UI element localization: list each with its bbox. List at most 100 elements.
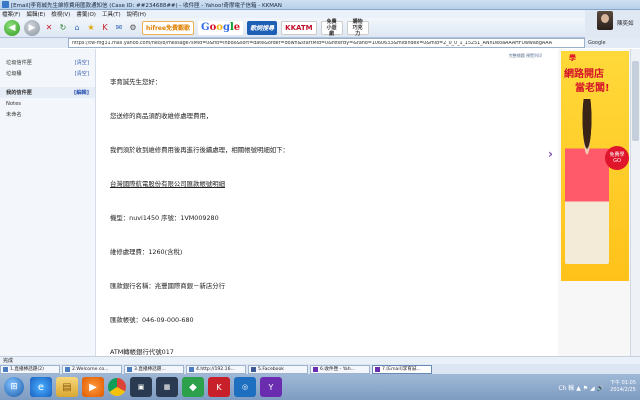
- mail-line-bank-code: ATM轉帳銀行代號017: [110, 348, 174, 356]
- favorites-button[interactable]: ★: [86, 22, 96, 34]
- arrow-right-icon: ▶: [28, 22, 36, 33]
- window-titlebar: [Email]李育誠先生維修費用匯款通知信 (Case ID: ##234688…: [0, 0, 640, 10]
- star-icon: ★: [87, 23, 95, 32]
- address-bar[interactable]: https://tw-mg31.mail.yahoo.com/neo/b/mes…: [68, 38, 585, 48]
- mail-header-links[interactable]: 完整標題 預覽列印: [96, 53, 558, 61]
- yahoo-icon: [375, 366, 380, 372]
- mail-line: 您送修的商品須酌收維修處理費用，: [110, 112, 213, 120]
- kkatm-logo[interactable]: KKATM: [281, 20, 317, 35]
- sidebar-item-notes[interactable]: Notes: [0, 98, 95, 109]
- taskbar-yahoo[interactable]: Y: [260, 377, 282, 397]
- next-message-arrow-icon[interactable]: ›: [548, 147, 553, 161]
- taskbar-kkman[interactable]: K: [208, 377, 230, 397]
- tab-4[interactable]: 4.http://192.16...: [186, 364, 246, 374]
- ad-top-text: 學: [569, 54, 576, 62]
- free-games-link[interactable]: 免費 小遊戲: [320, 19, 343, 37]
- menu-edit[interactable]: 編輯(E): [26, 10, 45, 18]
- browser-icon: [2, 1, 9, 8]
- vertical-scrollbar[interactable]: [630, 49, 640, 356]
- menu-view[interactable]: 檢視(V): [51, 10, 70, 18]
- tab-7[interactable]: 7.[Email]李育誠...: [372, 364, 432, 374]
- yahoo-icon: [313, 366, 318, 372]
- menu-bookmarks[interactable]: 書籤(O): [76, 10, 96, 18]
- gear-icon: ⚙: [129, 23, 137, 32]
- page-icon: [127, 366, 132, 372]
- tab-label: 5.Facebook: [258, 366, 284, 372]
- app-icon: ▣: [137, 383, 145, 391]
- hifree-logo[interactable]: hifree免費觀歌: [142, 20, 195, 35]
- taskbar-app-4[interactable]: ◎: [234, 377, 256, 397]
- shopping-link[interactable]: 購物 巧克力: [346, 19, 369, 37]
- tab-1[interactable]: 1.直播棒話題(2): [0, 364, 60, 374]
- page-content: 垃圾信件匣 [清空] 垃圾桶 [清空] 我的信件匣 [編輯] Notes 未命名…: [0, 49, 640, 356]
- my-folders-header[interactable]: 我的信件匣 [編輯]: [0, 87, 95, 98]
- kk-button[interactable]: K: [100, 22, 110, 34]
- ad-badge[interactable]: 免費學 GO: [605, 146, 629, 170]
- address-url[interactable]: https://tw-mg31.mail.yahoo.com/neo/b/mes…: [72, 41, 552, 46]
- mail-line-bank: 匯款銀行名稱：兆豐國際商銀－新店分行: [110, 282, 226, 290]
- menu-help[interactable]: 說明(H): [127, 10, 146, 18]
- taskbar-ie[interactable]: e: [30, 377, 52, 397]
- sidebar-item-trash[interactable]: 垃圾桶 [清空]: [0, 68, 95, 79]
- refresh-icon: ↻: [59, 23, 67, 32]
- tools-button[interactable]: ⚙: [128, 22, 138, 34]
- arrow-left-icon: ◀: [8, 22, 16, 33]
- taskbar-chrome[interactable]: [108, 378, 126, 396]
- mail-button[interactable]: ✉: [114, 22, 124, 34]
- ad-headline-1: 網路開店: [564, 69, 604, 80]
- ad-banner[interactable]: 學 網路開店 當老闆! 免費學 GO: [561, 51, 629, 281]
- ad-headline-2: 當老闆!: [575, 83, 610, 94]
- advertisement[interactable]: 學 網路開店 當老闆! 免費學 GO: [558, 49, 630, 356]
- ad-model-image: [565, 99, 609, 264]
- stop-button[interactable]: ✕: [44, 22, 54, 34]
- scroll-thumb[interactable]: [632, 61, 639, 141]
- edit-folders-link[interactable]: [編輯]: [74, 89, 89, 96]
- tab-5[interactable]: 5.Facebook: [248, 364, 308, 374]
- tab-2[interactable]: 2.Welcome co...: [62, 364, 122, 374]
- empty-trash-link[interactable]: [清空]: [75, 70, 89, 77]
- tray-icons[interactable]: Ch 輸 ▲ ⚑ ◢ 🔊: [558, 383, 604, 392]
- address-bar-left: [0, 38, 68, 48]
- menu-tools[interactable]: 工具(T): [102, 10, 121, 18]
- facebook-icon: [251, 366, 256, 372]
- windows-logo-icon: ⊞: [10, 382, 18, 392]
- mail-body: 完整標題 預覽列印 李育誠先生您好： 您送修的商品須酌收維修處理費用， 我們須於…: [96, 49, 558, 356]
- search-engine-label: Google: [588, 40, 606, 46]
- media-player-icon: ▶: [89, 381, 97, 393]
- mail-line: 我們須於收到維修費用後再進行後續處理，相關帳號明細如下：: [110, 146, 289, 154]
- kkman-icon: K: [216, 382, 222, 392]
- mail-icon: ✉: [115, 23, 123, 32]
- tab-label: 6.收件匣 - Yah...: [320, 367, 356, 372]
- menu-file[interactable]: 檔案(F): [2, 10, 20, 18]
- mail-line-account-number: 匯款帳號：046-09-000-680: [110, 316, 194, 324]
- taskbar-app-3[interactable]: ◆: [182, 377, 204, 397]
- sidebar-item-spam[interactable]: 垃圾信件匣 [清空]: [0, 57, 95, 68]
- refresh-button[interactable]: ↻: [58, 22, 68, 34]
- menu-bar: 檔案(F) 編輯(E) 檢視(V) 書籤(O) 工具(T) 說明(H): [0, 10, 585, 18]
- folder-icon: ▤: [62, 381, 72, 393]
- window-title: [Email]李育誠先生維修費用匯款通知信 (Case ID: ##234688…: [11, 2, 282, 9]
- taskbar-app-1[interactable]: ▣: [130, 377, 152, 397]
- home-button[interactable]: ⌂: [72, 22, 82, 34]
- search-box[interactable]: Google: [585, 38, 640, 48]
- clock-time: 下午 01:05: [610, 380, 636, 386]
- empty-spam-link[interactable]: [清空]: [75, 59, 89, 66]
- forward-button[interactable]: ▶: [24, 19, 40, 36]
- app-icon: ◆: [189, 381, 197, 393]
- taskbar-explorer[interactable]: ▤: [56, 377, 78, 397]
- avatar[interactable]: [597, 11, 613, 30]
- close-icon: ✕: [45, 23, 53, 32]
- taskbar-media[interactable]: ▶: [82, 377, 104, 397]
- taskbar-app-2[interactable]: ▦: [156, 377, 178, 397]
- sidebar-item-untitled[interactable]: 未命名: [0, 109, 95, 120]
- tab-label: 3.直播棒話題...: [134, 367, 166, 372]
- lyrics-search-logo[interactable]: 歌詞搜尋: [247, 20, 278, 35]
- clock[interactable]: 下午 01:05 2014/2/25: [610, 380, 636, 394]
- tab-6[interactable]: 6.收件匣 - Yah...: [310, 364, 370, 374]
- back-button[interactable]: ◀: [4, 19, 20, 36]
- google-logo[interactable]: Google: [198, 20, 244, 35]
- tab-label: 7.[Email]李育誠...: [382, 367, 421, 372]
- tab-3[interactable]: 3.直播棒話題...: [124, 364, 184, 374]
- start-button[interactable]: ⊞: [4, 377, 24, 397]
- home-icon: ⌂: [74, 23, 80, 32]
